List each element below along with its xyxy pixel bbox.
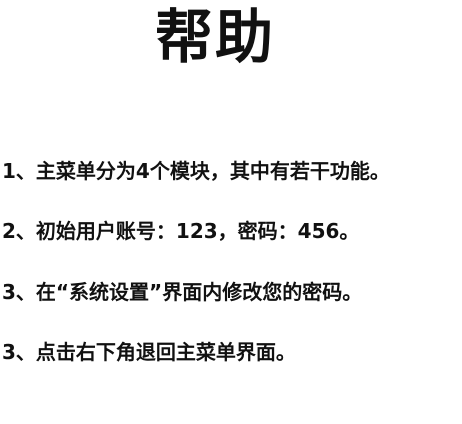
page-title: 帮助 [154,3,275,71]
help-item-change-password: 3、在“系统设置”界面内修改您的密码。 [2,280,363,304]
help-item-initial-account: 2、初始用户账号：123，密码：456。 [2,219,360,243]
help-item-return-main-menu: 3、点击右下角退回主菜单界面。 [2,340,296,364]
help-item-modules: 1、主菜单分为4个模块，其中有若干功能。 [2,159,390,183]
help-screen: 帮助 1、主菜单分为4个模块，其中有若干功能。 2、初始用户账号：123，密码：… [0,0,462,424]
